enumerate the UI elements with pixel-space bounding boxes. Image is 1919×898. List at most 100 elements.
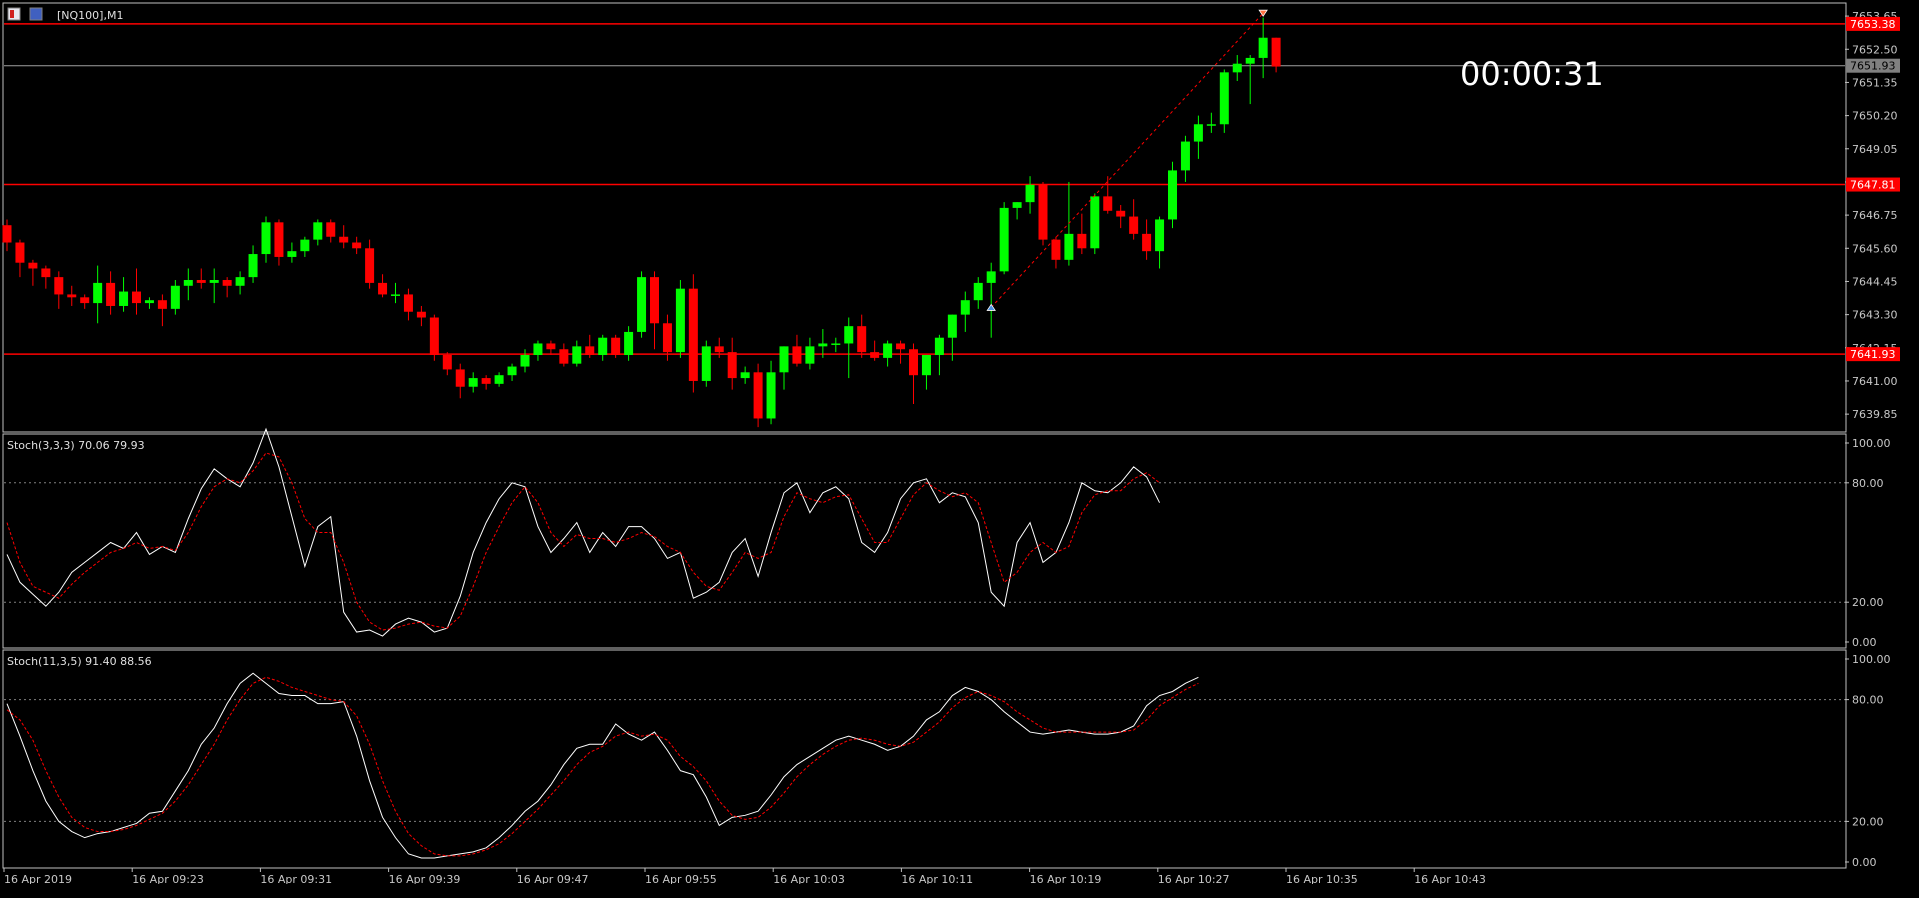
candle-body[interactable]	[624, 331, 634, 356]
candle-body[interactable]	[403, 294, 413, 312]
candle-body[interactable]	[481, 378, 491, 384]
candle-body[interactable]	[1155, 219, 1165, 252]
candle-body[interactable]	[572, 346, 582, 364]
candle-body[interactable]	[585, 346, 595, 356]
candle-body[interactable]	[818, 343, 828, 347]
candle-body[interactable]	[2, 225, 12, 243]
candle-body[interactable]	[468, 378, 478, 387]
candle-body[interactable]	[921, 355, 931, 376]
candle-body[interactable]	[559, 349, 569, 364]
candle-body[interactable]	[934, 337, 944, 356]
candle-body[interactable]	[1258, 37, 1268, 58]
candle-body[interactable]	[688, 288, 698, 381]
candle-body[interactable]	[442, 355, 452, 370]
candle-body[interactable]	[352, 242, 362, 249]
candle-body[interactable]	[896, 343, 906, 350]
candle-body[interactable]	[662, 323, 672, 353]
candle-body[interactable]	[883, 343, 893, 358]
candle-body[interactable]	[1129, 216, 1139, 234]
candle-body[interactable]	[157, 300, 167, 309]
candle-body[interactable]	[313, 222, 323, 240]
candle-body[interactable]	[1064, 233, 1074, 260]
candle-body[interactable]	[170, 285, 180, 309]
candle-body[interactable]	[909, 349, 918, 376]
candle-body[interactable]	[41, 268, 51, 278]
candle-body[interactable]	[1025, 184, 1035, 203]
candle-body[interactable]	[1103, 196, 1113, 211]
candle-body[interactable]	[1038, 184, 1048, 240]
candle-body[interactable]	[1090, 196, 1100, 249]
candle-body[interactable]	[1012, 202, 1022, 208]
candle-body[interactable]	[507, 366, 517, 376]
candle-body[interactable]	[831, 343, 841, 345]
candle-body[interactable]	[1271, 37, 1281, 67]
candle-body[interactable]	[546, 343, 556, 350]
candle-body[interactable]	[248, 254, 258, 278]
candle-body[interactable]	[727, 352, 737, 379]
candle-body[interactable]	[235, 277, 245, 286]
candle-body[interactable]	[792, 346, 802, 364]
candle-body[interactable]	[805, 346, 815, 364]
candle-body[interactable]	[986, 271, 996, 283]
candle-body[interactable]	[1245, 57, 1255, 64]
candle-body[interactable]	[15, 242, 25, 263]
candle-body[interactable]	[391, 294, 400, 296]
candle-body[interactable]	[1219, 72, 1229, 125]
candle-body[interactable]	[274, 222, 284, 257]
candle-body[interactable]	[196, 280, 206, 283]
candle-body[interactable]	[132, 291, 141, 304]
candle-body[interactable]	[999, 207, 1009, 272]
candle-body[interactable]	[740, 372, 750, 379]
candle-body[interactable]	[209, 280, 219, 283]
candle-body[interactable]	[611, 337, 621, 356]
candle-body[interactable]	[54, 277, 64, 295]
candle-body[interactable]	[1232, 63, 1242, 73]
candle-body[interactable]	[1206, 124, 1216, 126]
candle-body[interactable]	[701, 346, 711, 381]
candle-body[interactable]	[261, 222, 271, 255]
candle-body[interactable]	[222, 280, 232, 286]
candle-body[interactable]	[378, 282, 388, 295]
candle-body[interactable]	[947, 314, 957, 338]
candle-body[interactable]	[80, 297, 90, 304]
candle-body[interactable]	[779, 346, 789, 373]
candle-body[interactable]	[365, 248, 375, 283]
candle-body[interactable]	[300, 239, 310, 252]
trading-chart[interactable]: 7653.657652.507651.357650.207649.057647.…	[0, 0, 1919, 898]
candle-body[interactable]	[844, 326, 854, 344]
candle-body[interactable]	[714, 346, 724, 353]
candle-body[interactable]	[119, 291, 129, 306]
candle-body[interactable]	[870, 352, 880, 358]
candle-body[interactable]	[287, 251, 297, 257]
candle-body[interactable]	[1077, 233, 1087, 249]
candle-body[interactable]	[455, 369, 465, 387]
candle-body[interactable]	[28, 262, 38, 269]
candle-body[interactable]	[960, 300, 970, 315]
candle-body[interactable]	[67, 294, 77, 298]
candle-body[interactable]	[1051, 239, 1061, 260]
candle-body[interactable]	[429, 317, 439, 356]
candle-body[interactable]	[753, 372, 763, 419]
candle-body[interactable]	[183, 280, 193, 286]
candle-body[interactable]	[1168, 170, 1177, 220]
candle-body[interactable]	[1180, 141, 1190, 171]
candle-body[interactable]	[533, 343, 543, 356]
candle-body[interactable]	[1142, 233, 1152, 252]
candle-body[interactable]	[973, 282, 983, 301]
candle-body[interactable]	[637, 277, 647, 332]
candle-body[interactable]	[106, 282, 116, 306]
candle-body[interactable]	[93, 282, 103, 304]
candle-body[interactable]	[494, 375, 504, 384]
candle-body[interactable]	[326, 222, 336, 237]
candle-body[interactable]	[416, 311, 426, 318]
candle-body[interactable]	[1116, 210, 1126, 217]
candle-body[interactable]	[766, 372, 776, 419]
candle-body[interactable]	[857, 326, 867, 353]
candle-body[interactable]	[144, 300, 154, 304]
candle-body[interactable]	[598, 337, 608, 356]
candle-body[interactable]	[650, 277, 659, 324]
candle-body[interactable]	[520, 355, 530, 367]
candle-body[interactable]	[1193, 124, 1203, 142]
candle-body[interactable]	[339, 236, 349, 243]
candle-body[interactable]	[675, 288, 685, 353]
